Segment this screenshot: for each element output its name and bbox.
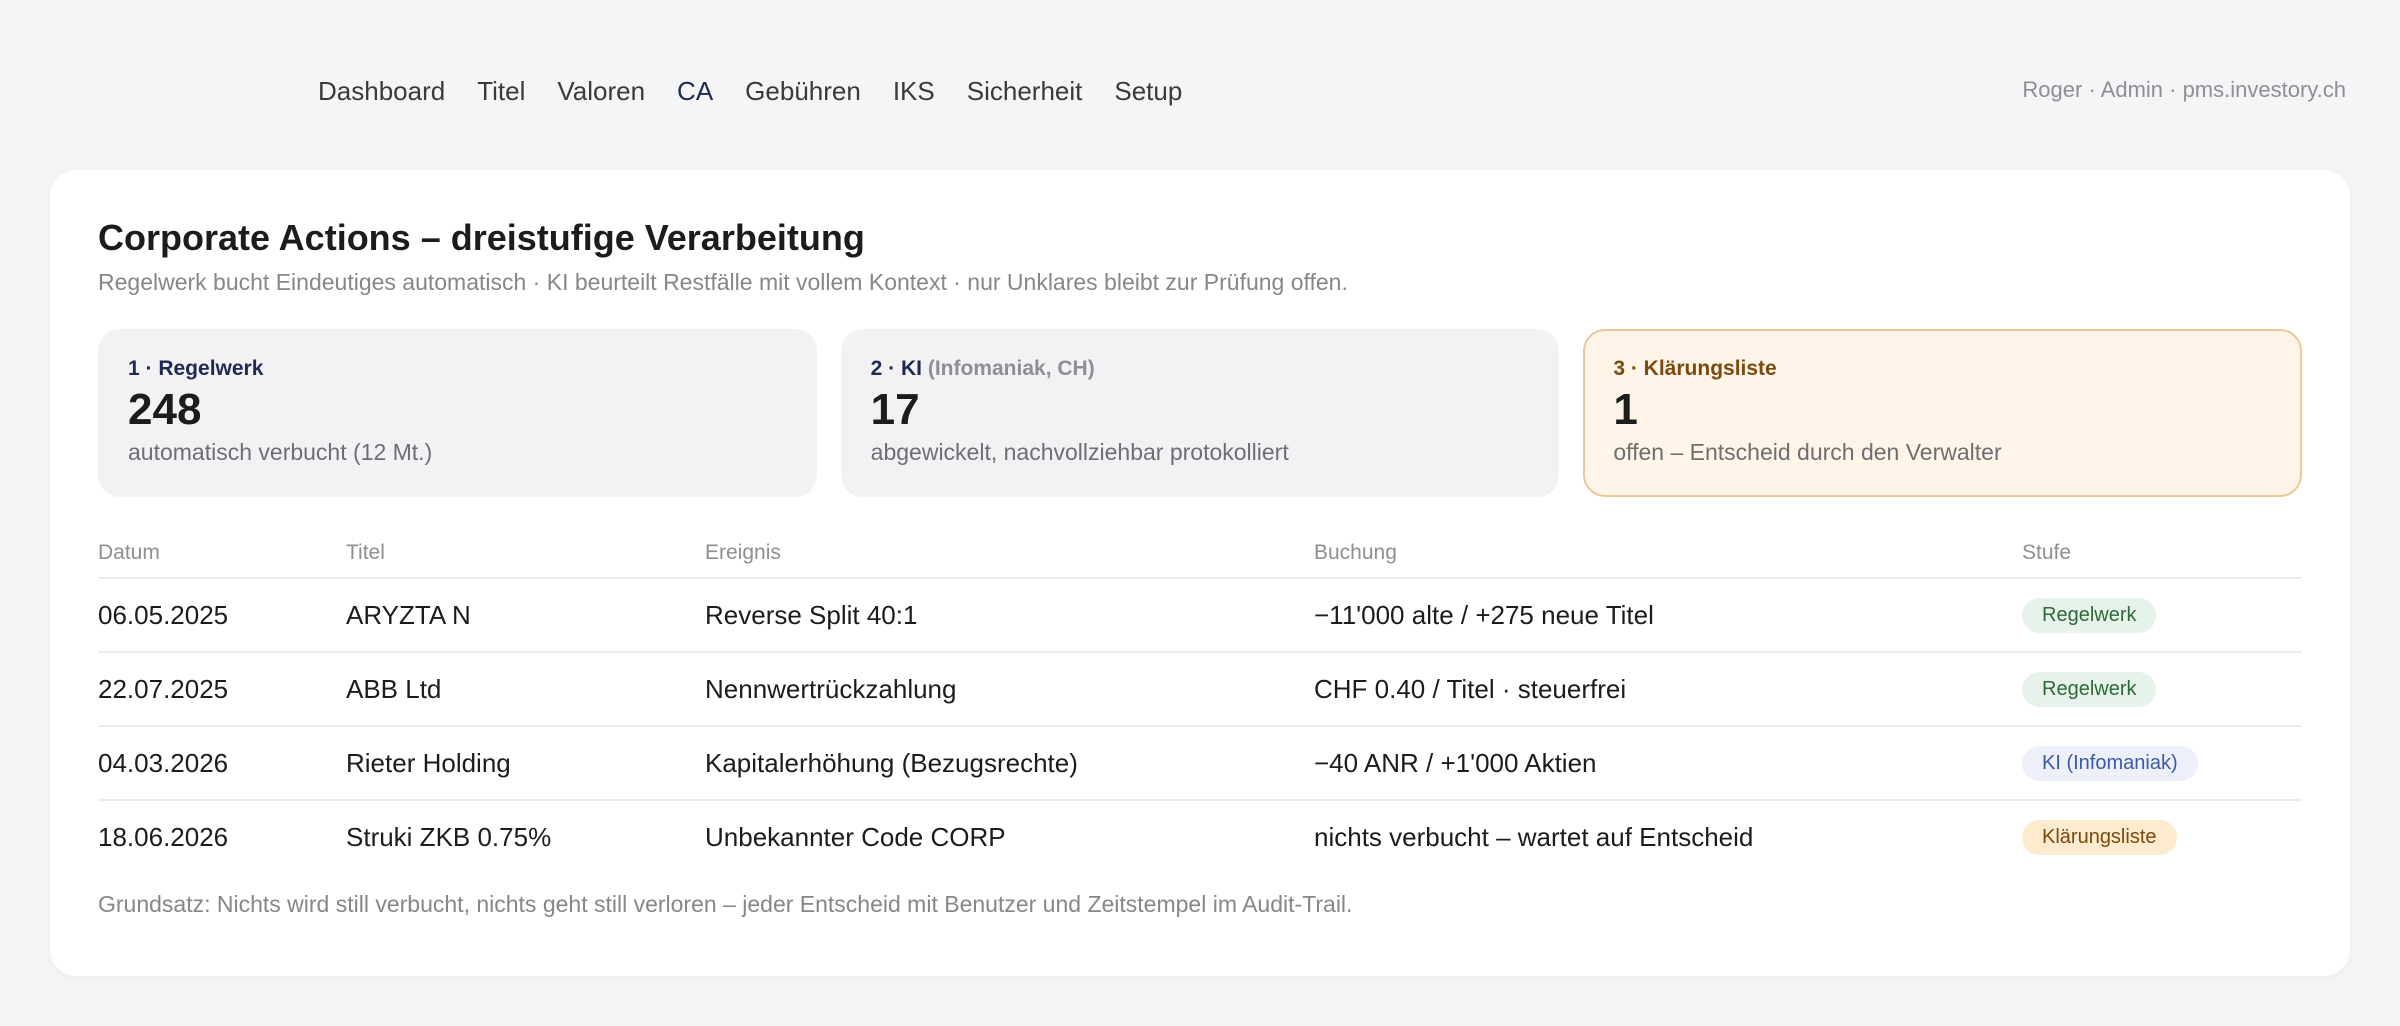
- nav-item-dashboard[interactable]: Dashboard: [318, 76, 445, 107]
- stage-label: 2 · KI (Infomaniak, CH): [871, 357, 1530, 381]
- cell-title: ABB Ltd: [346, 652, 705, 728]
- cell-stage: Klärungsliste: [2022, 800, 2302, 873]
- cell-booking: −11'000 alte / +275 neue Titel: [1314, 578, 2022, 654]
- nav-item-gebuehren[interactable]: Gebühren: [745, 76, 861, 107]
- column-header-datum: Datum: [98, 531, 346, 580]
- stage-count: 17: [870, 385, 920, 435]
- cell-event: Unbekannter Code CORP: [705, 821, 1006, 852]
- cell-stage: Regelwerk: [2022, 652, 2302, 728]
- column-header-ereignis: Ereignis: [705, 531, 1314, 580]
- cell-stage: Regelwerk: [2022, 578, 2302, 654]
- stage-label: 1 · Regelwerk: [128, 357, 787, 381]
- cell-date: 18.06.2026: [98, 821, 229, 852]
- stage-count: 248: [128, 385, 202, 435]
- table-row[interactable]: 22.07.2025 ABB Ltd Nennwertrückzahlung C…: [98, 652, 2302, 728]
- main-card: Corporate Actions – dreistufige Verarbei…: [50, 170, 2350, 976]
- stage-label-text: 2 · KI: [870, 357, 923, 381]
- nav-item-iks[interactable]: IKS: [893, 76, 935, 107]
- nav-item-titel[interactable]: Titel: [477, 76, 525, 107]
- cell-event: Kapitalerhöhung (Bezugsrechte): [705, 726, 1314, 802]
- cell-title: Rieter Holding: [346, 726, 705, 802]
- cell-booking: nichts verbucht – wartet auf Entscheid: [1314, 821, 1754, 852]
- cell-date: 04.03.2026: [98, 726, 346, 802]
- cell-event: Nennwertrückzahlung: [705, 652, 1314, 728]
- nav-item-sicherheit[interactable]: Sicherheit: [967, 76, 1083, 107]
- stage-badge: Regelwerk: [2022, 598, 2157, 634]
- column-header-buchung: Buchung: [1314, 531, 2022, 580]
- nav-item-setup[interactable]: Setup: [1114, 76, 1182, 107]
- stage-card-klaerungsliste[interactable]: 3 · Klärungsliste 1 offen – Entscheid du…: [1583, 329, 2303, 498]
- stage-label-provider: (Infomaniak, CH): [927, 357, 1095, 381]
- stage-label-text: 3 · Klärungsliste: [1613, 357, 1777, 381]
- main-nav: Dashboard Titel Valoren CA Gebühren IKS …: [318, 76, 1182, 107]
- table-row[interactable]: 18.06.2026 Struki ZKB 0.75% Unbekannter …: [98, 800, 2302, 873]
- stage-badge: KI (Infomaniak): [2022, 746, 2198, 782]
- page-subtitle: Regelwerk bucht Eindeutiges automatisch …: [98, 269, 1348, 296]
- stage-card-ki: 2 · KI (Infomaniak, CH) 17 abgewickelt, …: [840, 329, 1560, 498]
- stage-label-text: 1 · Regelwerk: [128, 357, 264, 381]
- cell-title: ARYZTA N: [346, 578, 705, 654]
- stage-badge: Regelwerk: [2022, 672, 2157, 708]
- column-header-stufe: Stufe: [2022, 531, 2302, 580]
- cell-stage: KI (Infomaniak): [2022, 726, 2302, 802]
- column-header-titel: Titel: [346, 531, 705, 580]
- cell-date: 06.05.2025: [98, 578, 346, 654]
- stage-label: 3 · Klärungsliste: [1613, 357, 2272, 381]
- cell-booking: CHF 0.40 / Titel · steuerfrei: [1314, 652, 2022, 728]
- table-header-row: Datum Titel Ereignis Buchung Stufe: [98, 531, 2302, 580]
- user-info: Roger · Admin · pms.investory.ch: [2022, 77, 2346, 102]
- stage-description: automatisch verbucht (12 Mt.): [128, 439, 433, 466]
- page-title: Corporate Actions – dreistufige Verarbei…: [98, 217, 865, 258]
- nav-item-ca[interactable]: CA: [677, 76, 713, 107]
- cell-booking: −40 ANR / +1'000 Aktien: [1314, 726, 2022, 802]
- stage-card-regelwerk: 1 · Regelwerk 248 automatisch verbucht (…: [98, 329, 817, 498]
- stage-count: 1: [1613, 385, 1638, 435]
- stage-description: abgewickelt, nachvollziehbar protokollie…: [870, 439, 1289, 466]
- table-row[interactable]: 04.03.2026 Rieter Holding Kapitalerhöhun…: [98, 726, 2302, 802]
- stage-badge: Klärungsliste: [2022, 820, 2177, 856]
- nav-item-valoren[interactable]: Valoren: [557, 76, 645, 107]
- corporate-actions-table: Datum Titel Ereignis Buchung Stufe 06.05…: [98, 531, 2302, 873]
- cell-date: 22.07.2025: [98, 652, 346, 728]
- cell-title: Struki ZKB 0.75%: [346, 821, 552, 852]
- table-row[interactable]: 06.05.2025 ARYZTA N Reverse Split 40:1 −…: [98, 578, 2302, 654]
- cell-event: Reverse Split 40:1: [705, 578, 1314, 654]
- stage-summary: 1 · Regelwerk 248 automatisch verbucht (…: [98, 329, 2303, 498]
- principle-note: Grundsatz: Nichts wird still verbucht, n…: [98, 891, 1353, 918]
- stage-description: offen – Entscheid durch den Verwalter: [1613, 439, 2002, 466]
